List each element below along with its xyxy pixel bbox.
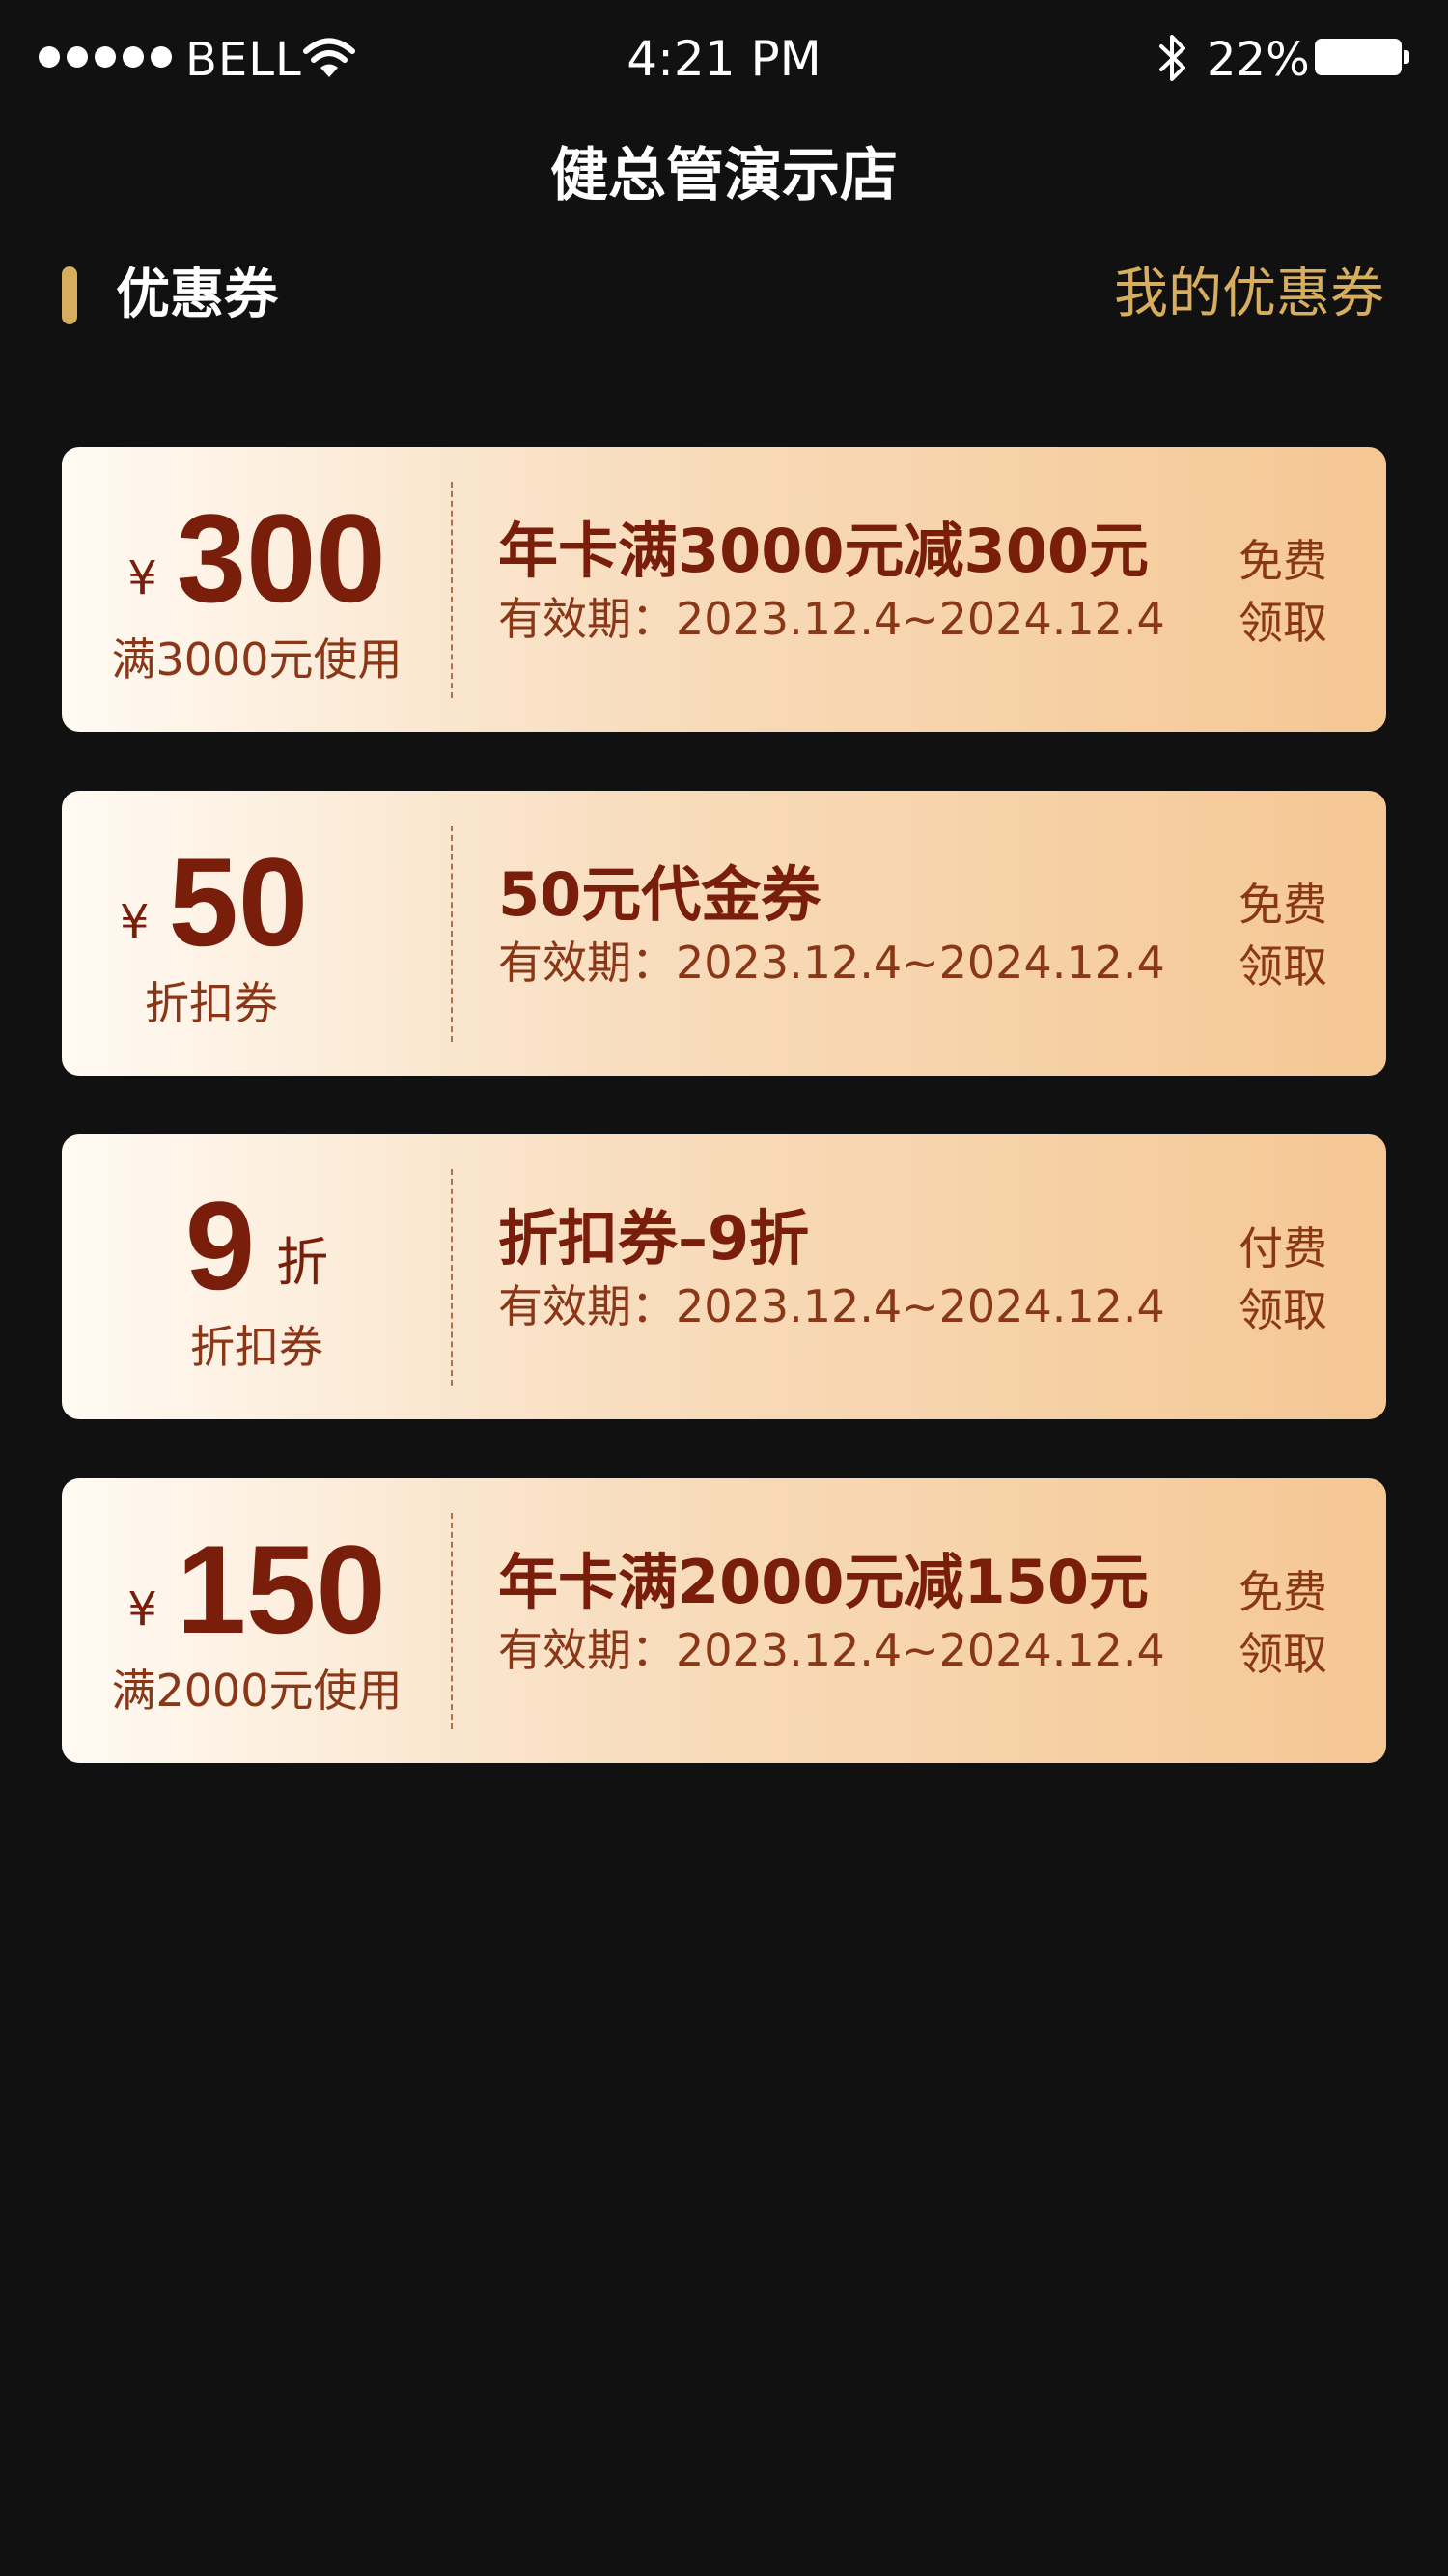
claim-button[interactable]: 免费 领取 [1220,874,1346,997]
coupon-title: 年卡满3000元减300元 [498,516,1149,586]
coupon-value-area: ¥ 50 折扣券 [62,791,452,1076]
coupon-condition: 折扣券 [190,1321,323,1373]
coupon-amount: 50 [168,831,309,972]
coupon-card[interactable]: ¥ 150 满2000元使用 年卡满2000元减150元 有效期：2023.12… [62,1478,1386,1763]
section-accent-bar [62,266,77,324]
status-bar: BELL 4:21 PM 22% [0,0,1448,116]
currency-symbol: ¥ [127,1582,157,1637]
dashed-divider [451,1513,453,1729]
coupon-info: 年卡满2000元减150元 有效期：2023.12.4~2024.12.4 [498,1544,1232,1679]
coupon-amount: 9 [184,1175,256,1316]
claim-price-label: 免费 [1239,535,1327,587]
coupon-list: ¥ 300 满3000元使用 年卡满3000元减300元 有效期：2023.12… [62,447,1386,1822]
battery-percent: 22% [1207,33,1310,87]
coupon-validity: 有效期：2023.12.4~2024.12.4 [498,1280,1165,1332]
my-coupons-link[interactable]: 我的优惠券 [1114,259,1384,330]
coupon-validity: 有效期：2023.12.4~2024.12.4 [498,937,1165,989]
claim-button[interactable]: 免费 领取 [1220,530,1346,654]
coupon-value-area: 9 折 折扣券 [62,1134,452,1419]
claim-price-label: 免费 [1239,1566,1327,1618]
claim-label: 领取 [1239,940,1327,993]
currency-symbol: ¥ [127,551,157,605]
coupon-value-area: ¥ 150 满2000元使用 [62,1478,452,1763]
claim-button[interactable]: 免费 领取 [1220,1561,1346,1685]
coupon-info: 年卡满3000元减300元 有效期：2023.12.4~2024.12.4 [498,513,1232,648]
coupon-card[interactable]: ¥ 300 满3000元使用 年卡满3000元减300元 有效期：2023.12… [62,447,1386,732]
battery-tip [1404,50,1409,64]
claim-label: 领取 [1239,597,1327,649]
bluetooth-icon [1159,35,1185,81]
claim-button[interactable]: 付费 领取 [1220,1218,1346,1341]
claim-price-label: 付费 [1239,1222,1327,1274]
section-title: 优惠券 [116,264,278,326]
coupon-title: 折扣券–9折 [498,1203,810,1274]
claim-price-label: 免费 [1239,879,1327,931]
coupon-card[interactable]: 9 折 折扣券 折扣券–9折 有效期：2023.12.4~2024.12.4 付… [62,1134,1386,1419]
coupon-condition: 满3000元使用 [111,633,403,686]
coupon-info: 折扣券–9折 有效期：2023.12.4~2024.12.4 [498,1200,1232,1335]
coupon-condition: 折扣券 [145,977,278,1029]
coupon-info: 50元代金券 有效期：2023.12.4~2024.12.4 [498,856,1232,992]
claim-label: 领取 [1239,1284,1327,1336]
coupon-title: 50元代金券 [498,859,821,930]
dashed-divider [451,1169,453,1386]
coupon-card[interactable]: ¥ 50 折扣券 50元代金券 有效期：2023.12.4~2024.12.4 … [62,791,1386,1076]
claim-label: 领取 [1239,1628,1327,1680]
dashed-divider [451,826,453,1042]
coupon-condition: 满2000元使用 [111,1665,403,1717]
currency-symbol: ¥ [120,895,150,949]
coupon-validity: 有效期：2023.12.4~2024.12.4 [498,593,1165,645]
coupon-amount: 150 [176,1519,386,1660]
coupon-validity: 有效期：2023.12.4~2024.12.4 [498,1624,1165,1676]
coupon-value-area: ¥ 300 满3000元使用 [62,447,452,732]
dashed-divider [451,482,453,698]
coupon-amount: 300 [176,488,386,629]
page-title: 健总管演示店 [550,142,898,210]
battery-icon [1315,39,1402,75]
coupon-title: 年卡满2000元减150元 [498,1547,1149,1617]
discount-unit: 折 [276,1232,329,1293]
